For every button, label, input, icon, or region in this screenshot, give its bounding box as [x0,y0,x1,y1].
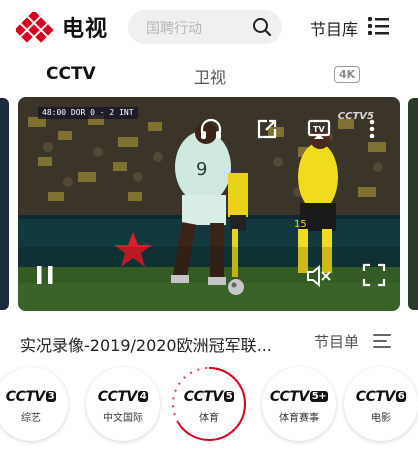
schedule-list-icon[interactable] [372,332,392,350]
tab-satellite[interactable]: 卫视 [194,64,226,88]
channel-logo: CCTV 6 [355,389,407,405]
share-icon[interactable] [254,116,280,142]
channel-label: 综艺 [21,413,41,424]
channel-label: 电影 [371,413,391,424]
channel-item-cctv5[interactable]: CCTV 5 体育 [172,367,246,441]
channel-label: 体育 [199,413,219,424]
channel-item-cctv6[interactable]: CCTV 6 电影 [344,367,418,441]
fullscreen-icon[interactable] [362,263,386,287]
app-title: 电视 [62,17,109,42]
search-icon[interactable] [252,17,272,37]
list-menu-icon[interactable] [368,16,390,36]
channel-item-cctv3[interactable]: CCTV 3 综艺 [0,367,68,441]
tab-4k[interactable]: 4K [334,66,361,83]
svg-text:TV: TV [313,125,325,134]
channel-logo: CCTV 4 [97,389,149,405]
search-placeholder: 国聘行动 [146,21,202,37]
video-player[interactable]: 9 15 48:00 DOR 0 - 2 INT CCTV5 TV [18,97,400,311]
channel-logo: CCTV 3 [5,389,57,405]
channel-item-cctv4[interactable]: CCTV 4 中文国际 [86,367,160,441]
more-icon[interactable] [364,116,380,142]
program-title[interactable]: 实况录像-2019/2020欧洲冠军联... [20,332,290,356]
channel-label: 体育赛事 [279,413,319,424]
headphones-icon[interactable] [198,116,224,142]
pause-icon[interactable] [34,264,56,286]
previous-card-edge[interactable] [0,98,9,310]
search-bar[interactable]: 国聘行动 [128,10,282,44]
program-schedule-label[interactable]: 节目单 [314,331,359,352]
channel-logo: CCTV 5+ [269,389,329,405]
app-header: 电视 国聘行动 节目库 [0,0,418,56]
tab-cctv[interactable]: CCTV [46,64,96,84]
channel-item-cctv5plus[interactable]: CCTV 5+ 体育赛事 [262,367,336,441]
svg-text:9: 9 [196,159,207,180]
channel-category-tabs: CCTV 卫视 4K [0,58,418,92]
next-card-edge[interactable] [408,98,418,310]
cast-icon[interactable]: TV [306,116,332,142]
channel-label: 中文国际 [103,413,143,424]
program-library-label[interactable]: 节目库 [310,16,358,40]
match-scoreboard: 48:00 DOR 0 - 2 INT [38,107,138,119]
cntv-logo-icon[interactable] [16,12,56,44]
mute-icon[interactable] [306,264,332,288]
channel-logo: CCTV 5 [183,389,235,405]
svg-text:15: 15 [294,219,307,230]
